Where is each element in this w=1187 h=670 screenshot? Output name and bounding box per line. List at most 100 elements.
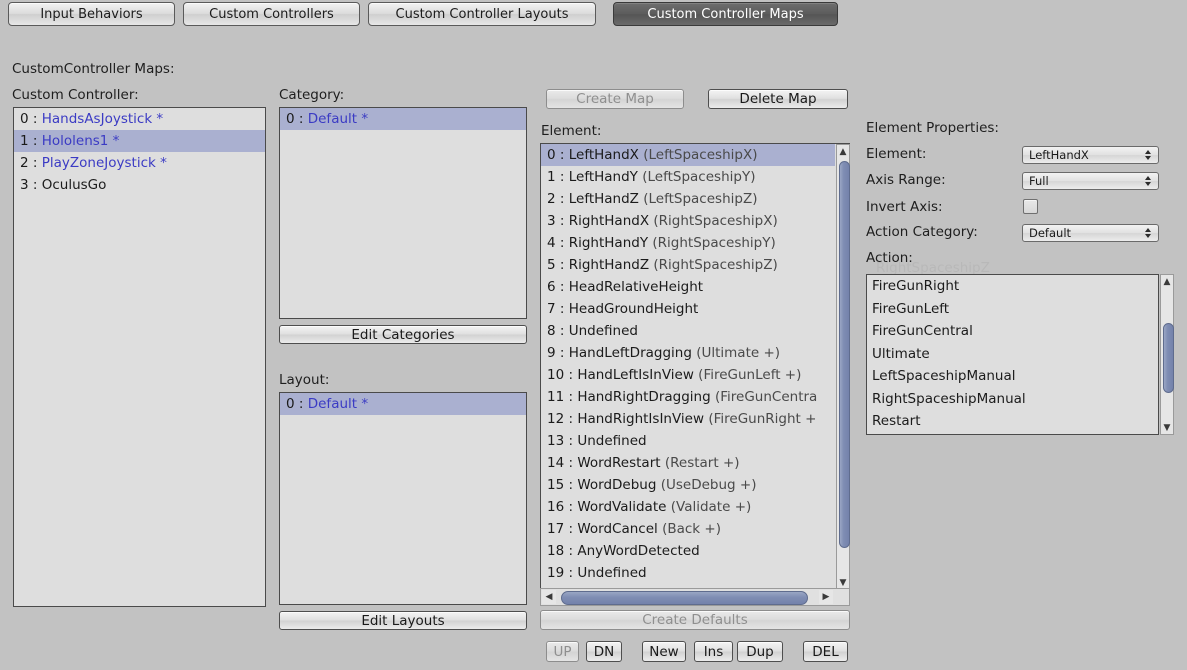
- list-item[interactable]: 0 : Default *: [280, 393, 526, 415]
- element-name: RightHandY: [568, 235, 649, 251]
- element-index: 10 :: [547, 367, 574, 383]
- action-list-vertical-scrollbar[interactable]: ▲ ▼: [1160, 274, 1174, 435]
- create-defaults-button[interactable]: Create Defaults: [540, 610, 850, 630]
- scroll-up-arrow-icon[interactable]: ▲: [1161, 275, 1173, 288]
- table-row[interactable]: 0 : LeftHandX (LeftSpaceshipX): [541, 144, 835, 166]
- table-row[interactable]: 7 : HeadGroundHeight: [541, 298, 835, 320]
- table-row[interactable]: 3 : RightHandX (RightSpaceshipX): [541, 210, 835, 232]
- move-down-button[interactable]: DN: [586, 641, 622, 662]
- element-dropdown[interactable]: LeftHandX: [1022, 146, 1159, 164]
- scroll-left-arrow-icon[interactable]: ◀: [542, 590, 556, 604]
- list-item[interactable]: LeftSpaceshipManual: [867, 365, 1158, 388]
- table-row[interactable]: 1 : LeftHandY (LeftSpaceshipY): [541, 166, 835, 188]
- list-item-name: HandsAsJoystick: [41, 111, 153, 127]
- edit-categories-button[interactable]: Edit Categories: [279, 325, 527, 344]
- action-category-dropdown[interactable]: Default: [1022, 224, 1159, 242]
- tab-input-behaviors[interactable]: Input Behaviors: [8, 2, 175, 26]
- element-action: (LeftSpaceshipX): [643, 147, 758, 163]
- element-name: LeftHandY: [568, 169, 638, 185]
- element-action: (FireGunCentra: [714, 389, 818, 405]
- table-row[interactable]: 16 : WordValidate (Validate +): [541, 496, 835, 518]
- list-item-index: 0 :: [20, 111, 38, 127]
- element-list[interactable]: 0 : LeftHandX (LeftSpaceshipX) 1 : LeftH…: [540, 143, 850, 591]
- list-item[interactable]: 0 : Default *: [280, 108, 526, 130]
- element-index: 19 :: [547, 565, 574, 581]
- element-list-horizontal-scrollbar[interactable]: ◀ ▶: [540, 588, 850, 606]
- table-row[interactable]: 14 : WordRestart (Restart +): [541, 452, 835, 474]
- list-item[interactable]: RightSpaceshipManual: [867, 388, 1158, 411]
- element-field-label: Element:: [866, 146, 927, 162]
- duplicate-button[interactable]: Dup: [737, 641, 783, 662]
- table-row[interactable]: 9 : HandLeftDragging (Ultimate +): [541, 342, 835, 364]
- element-index: 5 :: [547, 257, 565, 273]
- element-index: 4 :: [547, 235, 565, 251]
- element-action: (RightSpaceshipX): [653, 213, 778, 229]
- horizontal-scroll-thumb[interactable]: [561, 591, 808, 605]
- list-item-modified-star: *: [357, 111, 369, 127]
- list-item-name: PlayZoneJoystick: [41, 155, 156, 171]
- list-item[interactable]: 1 : Hololens1 *: [14, 130, 265, 152]
- tab-custom-controller-maps[interactable]: Custom Controller Maps: [613, 2, 838, 26]
- element-index: 1 :: [547, 169, 565, 185]
- list-item-index: 0 :: [286, 396, 304, 412]
- scroll-right-arrow-icon[interactable]: ▶: [819, 590, 833, 604]
- table-row[interactable]: 5 : RightHandZ (RightSpaceshipZ): [541, 254, 835, 276]
- new-button[interactable]: New: [642, 641, 686, 662]
- element-list-viewport: 0 : LeftHandX (LeftSpaceshipX) 1 : LeftH…: [541, 144, 835, 590]
- list-item[interactable]: Restart: [867, 410, 1158, 433]
- table-row[interactable]: 19 : Undefined: [541, 562, 835, 584]
- table-row[interactable]: 8 : Undefined: [541, 320, 835, 342]
- move-up-button[interactable]: UP: [546, 641, 579, 662]
- edit-layouts-button[interactable]: Edit Layouts: [279, 611, 527, 630]
- action-category-value: Default: [1029, 226, 1072, 240]
- table-row[interactable]: 2 : LeftHandZ (LeftSpaceshipZ): [541, 188, 835, 210]
- tab-custom-controllers[interactable]: Custom Controllers: [183, 2, 360, 26]
- list-item[interactable]: 2 : PlayZoneJoystick *: [14, 152, 265, 174]
- table-row[interactable]: 18 : AnyWordDetected: [541, 540, 835, 562]
- table-row[interactable]: 11 : HandRightDragging (FireGunCentra: [541, 386, 835, 408]
- axis-range-dropdown[interactable]: Full: [1022, 172, 1159, 190]
- list-item[interactable]: 0 : HandsAsJoystick *: [14, 108, 265, 130]
- action-list[interactable]: FireGunRight FireGunLeft FireGunCentral …: [866, 274, 1159, 435]
- table-row[interactable]: 17 : WordCancel (Back +): [541, 518, 835, 540]
- table-row[interactable]: 13 : Undefined: [541, 430, 835, 452]
- list-item[interactable]: 3 : OculusGo: [14, 174, 265, 196]
- list-item[interactable]: Ultimate: [867, 343, 1158, 366]
- table-row[interactable]: 6 : HeadRelativeHeight: [541, 276, 835, 298]
- element-name: WordCancel: [577, 521, 658, 537]
- vertical-scroll-thumb[interactable]: [839, 161, 850, 548]
- element-index: 7 :: [547, 301, 565, 317]
- element-action: (Ultimate +): [696, 345, 781, 361]
- element-list-vertical-scrollbar[interactable]: ▲ ▼: [836, 144, 850, 590]
- delete-map-button[interactable]: Delete Map: [708, 89, 848, 109]
- layout-label: Layout:: [279, 372, 330, 388]
- table-row[interactable]: 4 : RightHandY (RightSpaceshipY): [541, 232, 835, 254]
- table-row[interactable]: 12 : HandRightIsInView (FireGunRight +: [541, 408, 835, 430]
- element-index: 13 :: [547, 433, 574, 449]
- chevron-updown-icon: [1145, 228, 1151, 238]
- invert-axis-checkbox[interactable]: [1023, 199, 1038, 214]
- create-map-button[interactable]: Create Map: [546, 89, 684, 109]
- element-index: 18 :: [547, 543, 574, 559]
- scroll-down-arrow-icon[interactable]: ▼: [1161, 421, 1173, 434]
- layout-list[interactable]: 0 : Default *: [279, 392, 527, 605]
- list-item[interactable]: FireGunLeft: [867, 298, 1158, 321]
- element-action: (Restart +): [664, 455, 740, 471]
- axis-range-value: Full: [1029, 174, 1049, 188]
- list-item[interactable]: FireGunRight: [867, 275, 1158, 298]
- scroll-up-arrow-icon[interactable]: ▲: [837, 145, 849, 158]
- element-index: 9 :: [547, 345, 565, 361]
- custom-controller-list[interactable]: 0 : HandsAsJoystick * 1 : Hololens1 * 2 …: [13, 107, 266, 607]
- delete-button[interactable]: DEL: [803, 641, 848, 662]
- insert-button[interactable]: Ins: [694, 641, 733, 662]
- list-item[interactable]: FireGunCentral: [867, 320, 1158, 343]
- tab-custom-controller-layouts[interactable]: Custom Controller Layouts: [368, 2, 596, 26]
- list-item-modified-star: *: [357, 396, 369, 412]
- element-action: (FireGunLeft +): [698, 367, 802, 383]
- table-row[interactable]: 15 : WordDebug (UseDebug +): [541, 474, 835, 496]
- element-name: LeftHandZ: [568, 191, 639, 207]
- category-list[interactable]: 0 : Default *: [279, 107, 527, 319]
- table-row[interactable]: 10 : HandLeftIsInView (FireGunLeft +): [541, 364, 835, 386]
- vertical-scroll-thumb[interactable]: [1163, 323, 1174, 393]
- invert-axis-label: Invert Axis:: [866, 199, 943, 215]
